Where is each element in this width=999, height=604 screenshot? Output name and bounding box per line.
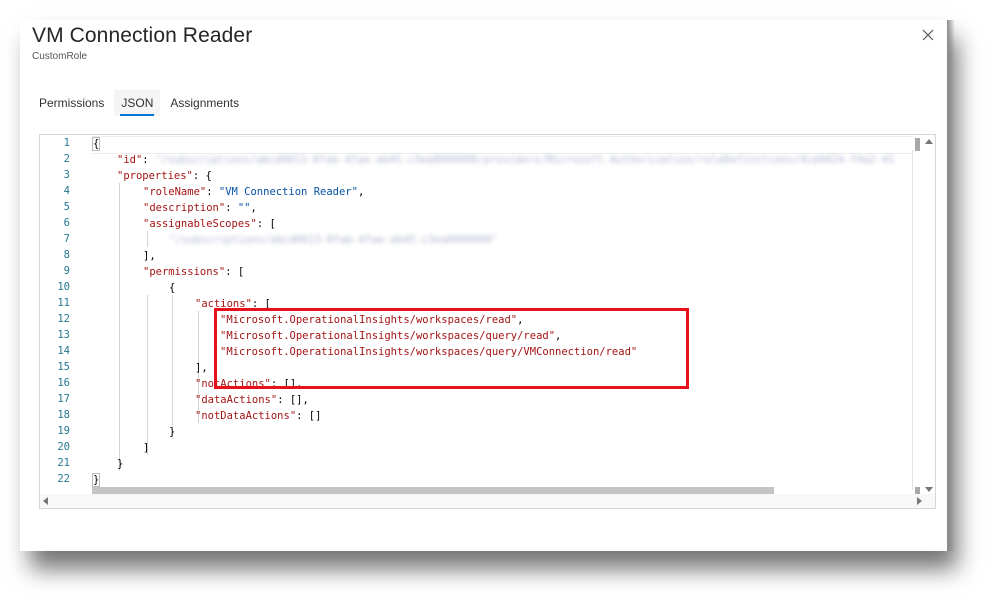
json-key: "dataActions" xyxy=(195,394,278,406)
code-line-7: "/subscriptions/abcd0013-0fab-4fae-ab45-… xyxy=(169,232,498,248)
json-punct: { xyxy=(169,282,176,294)
role-dialog: VM Connection Reader CustomRole Permissi… xyxy=(20,20,947,551)
tab-permissions[interactable]: Permissions xyxy=(32,90,111,116)
scroll-left-arrow-icon[interactable] xyxy=(43,497,48,505)
line-number: 17 xyxy=(57,393,70,405)
json-punct: : [], xyxy=(277,394,309,406)
line-number: 5 xyxy=(63,201,70,213)
tab-bar: Permissions JSON Assignments xyxy=(32,90,249,116)
dialog-title: VM Connection Reader xyxy=(32,24,253,47)
json-punct: : xyxy=(225,202,238,214)
dialog-edge xyxy=(947,20,955,551)
line-number: 3 xyxy=(63,169,70,181)
tab-assignments[interactable]: Assignments xyxy=(163,90,246,116)
line-number: 12 xyxy=(57,313,70,325)
code-line-21: } xyxy=(117,456,123,472)
horizontal-scrollbar[interactable] xyxy=(40,494,935,508)
code-line-20: ] xyxy=(143,440,149,456)
code-line-2: "id": "/subscriptions/abcd0013-0fab-4fae… xyxy=(117,152,895,168)
redacted-scope-value: "/subscriptions/abcd0013-0fab-4fae-ab45-… xyxy=(169,234,498,246)
scroll-right-arrow-icon[interactable] xyxy=(917,497,922,505)
json-punct: : xyxy=(206,186,219,198)
line-number: 13 xyxy=(57,329,70,341)
line-number: 1 xyxy=(63,137,70,149)
brace-close: } xyxy=(92,473,101,487)
json-key: "description" xyxy=(143,202,226,214)
line-number: 4 xyxy=(63,185,70,197)
code-line-10: { xyxy=(169,280,175,296)
brace-open: { xyxy=(92,137,101,151)
indent-guide xyxy=(119,183,120,471)
close-button[interactable] xyxy=(921,28,935,42)
indent-guide xyxy=(147,295,148,455)
code-line-17: "dataActions": [], xyxy=(195,392,309,408)
actions-highlight-box xyxy=(214,308,689,389)
dialog-subtitle: CustomRole xyxy=(32,51,88,62)
code-line-6: "assignableScopes": [ xyxy=(143,216,276,232)
json-punct: : [ xyxy=(256,218,276,230)
indent-guide xyxy=(172,295,173,439)
line-number: 18 xyxy=(57,409,70,421)
json-key: "assignableScopes" xyxy=(143,218,257,230)
code-line-22: } xyxy=(92,472,101,488)
code-line-19: } xyxy=(169,424,175,440)
line-number: 8 xyxy=(63,249,70,261)
json-punct: : { xyxy=(192,170,212,182)
json-punct: : xyxy=(142,154,155,166)
line-number: 19 xyxy=(57,425,70,437)
json-string: "" xyxy=(237,202,251,214)
code-line-3: "properties": { xyxy=(117,168,212,184)
line-number: 15 xyxy=(57,361,70,373)
line-number: 22 xyxy=(57,473,70,485)
line-number: 7 xyxy=(63,233,70,245)
code-line-9: "permissions": [ xyxy=(143,264,244,280)
json-punct: , xyxy=(357,186,365,198)
json-punct: } xyxy=(169,426,176,438)
code-line-4: "roleName": "VM Connection Reader", xyxy=(143,184,364,200)
line-number: 16 xyxy=(57,377,70,389)
line-number: 21 xyxy=(57,457,70,469)
code-line-8: ], xyxy=(143,248,156,264)
vertical-scroll-marker[interactable] xyxy=(915,138,920,151)
json-key: "notDataActions" xyxy=(195,410,297,422)
tab-json[interactable]: JSON xyxy=(114,90,161,116)
redacted-id-value: "/subscriptions/abcd0013-0fab-4fae-ab45-… xyxy=(154,154,895,166)
json-key: "permissions" xyxy=(143,266,226,278)
line-number: 2 xyxy=(63,153,70,165)
scroll-divider xyxy=(912,150,913,490)
json-punct: ], xyxy=(195,362,208,374)
json-punct: : [ xyxy=(225,266,245,278)
scroll-down-arrow-icon[interactable] xyxy=(925,487,933,492)
indent-guide xyxy=(147,231,148,247)
code-line-1: { xyxy=(92,136,101,152)
json-key: "properties" xyxy=(117,170,193,182)
line-number: 10 xyxy=(57,281,70,293)
line-number: 9 xyxy=(63,265,70,277)
scroll-up-arrow-icon[interactable] xyxy=(925,139,933,144)
json-punct: , xyxy=(250,202,257,214)
json-editor[interactable]: 1 2 3 4 5 6 7 8 9 10 11 12 13 14 15 16 1… xyxy=(39,134,936,509)
code-line-15: ], xyxy=(195,360,208,376)
code-line-5: "description": "", xyxy=(143,200,257,216)
json-punct: ], xyxy=(143,250,156,262)
line-number: 6 xyxy=(63,217,70,229)
json-key: "roleName" xyxy=(143,186,207,198)
line-number: 20 xyxy=(57,441,70,453)
code-line-18: "notDataActions": [] xyxy=(195,408,321,424)
line-number: 11 xyxy=(57,297,70,309)
json-key: "id" xyxy=(117,154,143,166)
json-punct: : [] xyxy=(296,410,322,422)
json-punct: ] xyxy=(143,442,150,454)
line-number-gutter: 1 2 3 4 5 6 7 8 9 10 11 12 13 14 15 16 1… xyxy=(40,135,80,508)
json-punct: } xyxy=(117,458,124,470)
close-icon xyxy=(922,29,934,41)
line-number: 14 xyxy=(57,345,70,357)
json-string: "VM Connection Reader" xyxy=(218,186,358,198)
